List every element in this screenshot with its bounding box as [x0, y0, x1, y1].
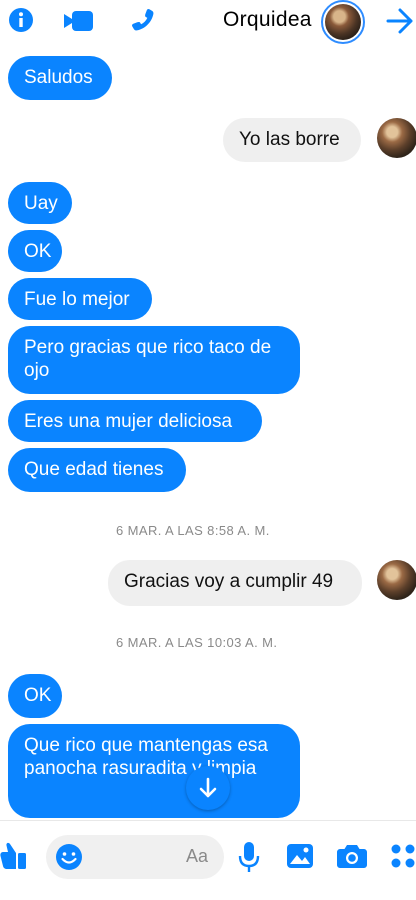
microphone-icon[interactable] — [238, 841, 260, 878]
arrow-icon[interactable] — [386, 8, 414, 39]
emoji-icon[interactable] — [55, 843, 83, 876]
contact-avatar-small[interactable] — [377, 560, 416, 600]
message-bubble[interactable]: OK — [8, 230, 62, 272]
message-bubble[interactable]: Saludos — [8, 56, 112, 100]
message-input-placeholder: Aa — [185, 846, 208, 866]
message-bubble[interactable]: OK — [8, 674, 62, 718]
contact-name[interactable]: Orquidea — [223, 8, 312, 32]
message-bubble[interactable]: Que rico que mantengas esa panocha rasur… — [8, 724, 300, 818]
message-timestamp: 6 MAR. A LAS 8:58 A. M. — [116, 523, 270, 538]
message-bubble[interactable]: Eres una mujer deliciosa — [8, 400, 262, 442]
message-input[interactable]: Aa — [46, 835, 224, 879]
like-icon[interactable] — [0, 841, 28, 876]
video-call-icon[interactable] — [63, 10, 95, 37]
message-bubble[interactable]: Yo las borre — [223, 118, 361, 162]
chat-header: Orquidea — [0, 0, 416, 48]
message-bubble[interactable]: Pero gracias que rico taco de ojo — [8, 326, 300, 394]
message-bubble[interactable]: Que edad tienes — [8, 448, 186, 492]
info-icon[interactable] — [8, 7, 34, 38]
gallery-icon[interactable] — [286, 843, 314, 874]
contact-avatar-small[interactable] — [377, 118, 416, 158]
message-composer: Aa — [0, 820, 416, 900]
contact-avatar[interactable] — [321, 0, 365, 44]
scroll-to-bottom-button[interactable] — [186, 766, 230, 810]
message-bubble[interactable]: Uay — [8, 182, 72, 224]
phone-icon[interactable] — [130, 7, 156, 38]
apps-icon[interactable] — [390, 843, 416, 874]
message-bubble[interactable]: Fue lo mejor — [8, 278, 152, 320]
message-bubble[interactable]: Gracias voy a cumplir 49 — [108, 560, 362, 606]
message-timestamp: 6 MAR. A LAS 10:03 A. M. — [116, 635, 278, 650]
message-thread[interactable]: Saludos Yo las borre Uay OK Fue lo mejor… — [0, 48, 416, 820]
arrow-down-icon — [199, 777, 217, 798]
camera-icon[interactable] — [336, 843, 368, 874]
